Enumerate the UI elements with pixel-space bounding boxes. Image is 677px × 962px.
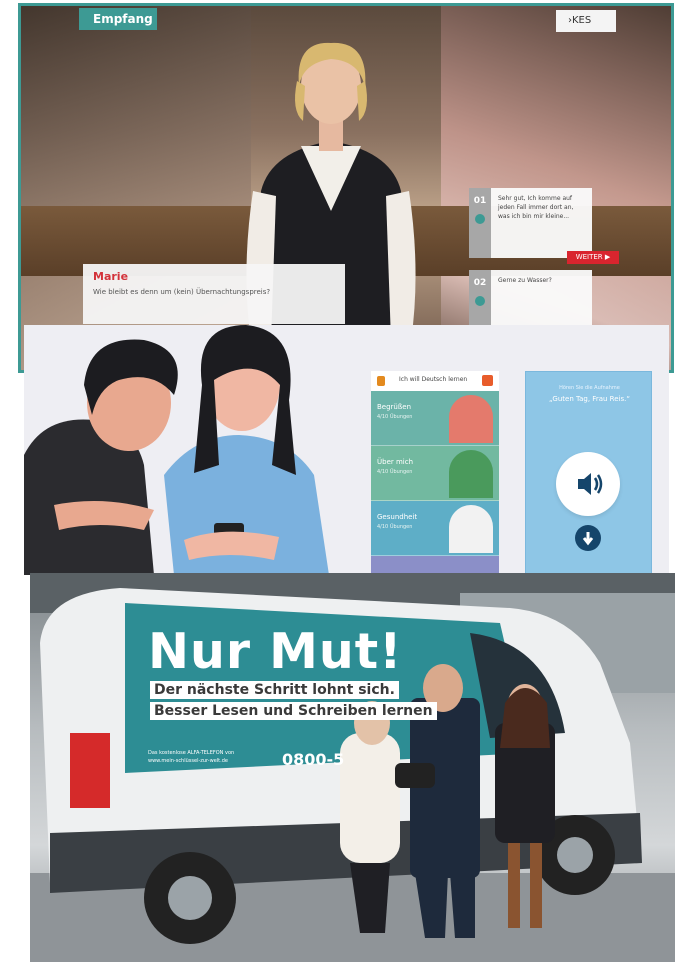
van-small-text-1: Das kostenlose ALFA-TELEFON von — [148, 750, 235, 756]
people-illustration — [24, 325, 329, 575]
lesson-avatar — [449, 505, 493, 553]
answer-option-2[interactable]: 02 Gerne zu Wasser? — [469, 270, 592, 330]
phone-app-screen: Ich will Deutsch lernen Begrüßen 4/10 Üb… — [371, 371, 499, 575]
van-headline: Nur Mut! — [148, 623, 403, 680]
audio-instruction: Hören Sie die Aufnahme — [559, 385, 620, 391]
lesson-avatar — [449, 395, 493, 443]
audio-quote: „Guten Tag, Frau Reis.“ — [549, 395, 630, 403]
lesson-title: Begrüßen — [377, 403, 412, 411]
record-button[interactable] — [575, 525, 601, 551]
speaker-name: Marie — [93, 270, 129, 283]
logo-text: KES — [572, 15, 592, 26]
option-text: Sehr gut, Ich komme auf jeden Fall immer… — [498, 195, 574, 220]
app-title: Ich will Deutsch lernen — [399, 376, 468, 383]
next-button[interactable]: WEITER ▶ — [567, 251, 619, 264]
app-illustration-panel: Ich will Deutsch lernen Begrüßen 4/10 Üb… — [24, 325, 669, 575]
audio-exercise-card: Hören Sie die Aufnahme „Guten Tag, Frau … — [525, 371, 652, 575]
app-header: Ich will Deutsch lernen — [371, 371, 499, 391]
lesson-avatar — [449, 450, 493, 498]
lock-icon — [377, 376, 385, 386]
lesson-card[interactable]: Gesundheit 4/10 Übungen — [371, 501, 499, 556]
play-option-icon[interactable] — [475, 296, 485, 306]
kes-logo: ›KES — [556, 10, 616, 32]
lesson-progress: 4/10 Übungen — [377, 469, 413, 475]
answer-option-1[interactable]: 01 Sehr gut, Ich komme auf jeden Fall im… — [469, 188, 592, 258]
van-photo-panel: Nur Mut! Der nächste Schritt lohnt sich.… — [30, 573, 675, 962]
van-slogan-line-2: Besser Lesen und Schreiben lernen — [150, 702, 437, 720]
van-slogan-line-1: Der nächste Schritt lohnt sich. — [150, 681, 399, 699]
video-training-panel: Empfang ›KES Marie Wie bleibt es denn um… — [18, 3, 674, 373]
lesson-title: Gesundheit — [377, 513, 418, 521]
speaker-dialog: Marie Wie bleibt es denn um (kein) Übern… — [83, 264, 345, 324]
arrow-down-icon — [582, 532, 594, 546]
speaker-text: Wie bleibt es denn um (kein) Übernachtun… — [93, 288, 271, 296]
lesson-progress: 4/10 Übungen — [377, 414, 413, 420]
lesson-card[interactable]: Begrüßen 4/10 Übungen — [371, 391, 499, 446]
van-phone-number: 0800-5 — [282, 750, 345, 769]
option-text: Gerne zu Wasser? — [498, 277, 552, 284]
play-audio-button[interactable] — [556, 452, 620, 516]
speaker-icon — [578, 473, 603, 495]
tab-empfang[interactable]: Empfang — [79, 8, 157, 30]
menu-icon[interactable] — [482, 375, 493, 386]
lesson-card[interactable]: Über mich 4/10 Übungen — [371, 446, 499, 501]
play-option-icon[interactable] — [475, 214, 485, 224]
lesson-progress: 4/10 Übungen — [377, 524, 413, 530]
van-website-text: www.mein-schlüssel-zur-welt.de — [148, 758, 228, 764]
lesson-title: Über mich — [377, 458, 414, 466]
